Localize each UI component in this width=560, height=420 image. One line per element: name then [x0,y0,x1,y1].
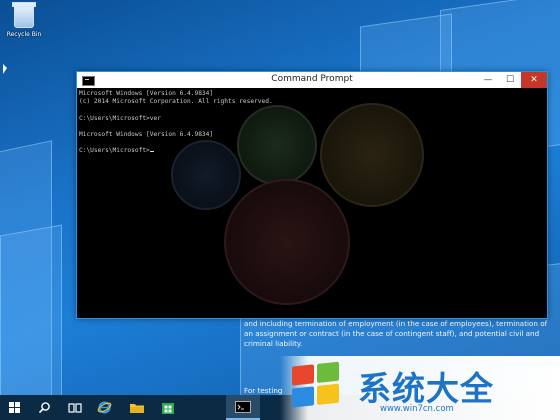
store-button[interactable] [153,395,182,420]
console-prompt: C:\Users\Microsoft> [79,147,150,155]
console-line: Microsoft Windows [Version 6.4.9834] [79,90,214,97]
internet-explorer-icon [97,401,112,414]
windows-logo-icon [9,402,20,413]
recycle-bin-shortcut[interactable]: Recycle Bin [4,2,44,38]
close-button[interactable]: ✕ [521,72,547,88]
window-titlebar[interactable]: Command Prompt — ☐ ✕ [77,72,547,88]
search-icon [38,402,50,414]
maximize-button[interactable]: ☐ [499,72,521,88]
text-caret [149,151,154,153]
start-button[interactable] [0,395,29,420]
recycle-bin-icon [12,2,36,28]
minimize-button[interactable]: — [477,72,499,88]
command-prompt-taskbar-button[interactable] [226,395,260,420]
command-prompt-window[interactable]: Command Prompt — ☐ ✕ Microsoft Windows [… [76,71,548,319]
background-paragraph: and including termination of employment … [244,319,548,348]
console-line: Microsoft Windows [Version 6.4.9834] [79,130,214,138]
recycle-bin-label: Recycle Bin [6,31,42,38]
console-area[interactable]: Microsoft Windows [Version 6.4.9834] (c)… [77,88,547,318]
search-button[interactable] [30,395,59,420]
windows-flag-logo-icon [292,361,342,410]
watermark-brand: 系统大全 [358,369,494,408]
store-icon [161,403,174,414]
internet-explorer-button[interactable] [90,395,119,420]
console-output: Microsoft Windows [Version 6.4.9834] (c)… [79,90,273,156]
backdrop-circle [224,179,350,305]
wallpaper-pane [0,224,62,408]
console-prompt-line[interactable]: C:\Users\Microsoft> [79,147,273,155]
task-view-icon [67,402,82,413]
backdrop-circle [320,103,424,207]
folder-icon [129,404,144,413]
watermark: 系统大全 www.win7cn.com [280,356,560,420]
task-view-button[interactable] [60,395,89,420]
mouse-cursor-icon [3,64,7,74]
file-explorer-button[interactable] [122,395,151,420]
background-footer-text: For testing [244,386,283,395]
console-line: (c) 2014 Microsoft Corporation. All righ… [79,98,273,106]
watermark-url: www.win7cn.com [380,404,454,414]
command-prompt-icon [235,400,251,413]
console-line: C:\Users\Microsoft>ver [79,114,161,122]
